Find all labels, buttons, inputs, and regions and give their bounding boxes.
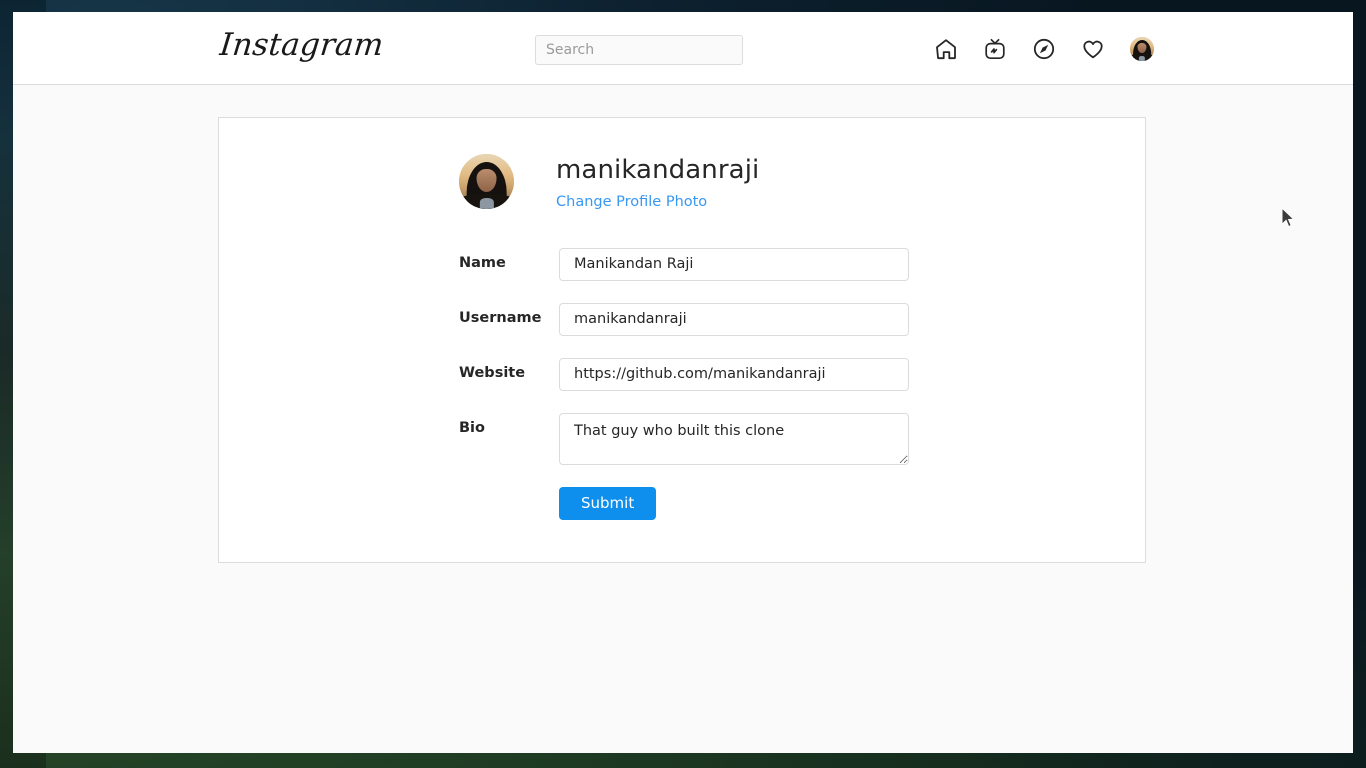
profile-avatar-artwork bbox=[459, 154, 514, 209]
change-profile-photo-link[interactable]: Change Profile Photo bbox=[556, 194, 707, 210]
username-input[interactable] bbox=[559, 303, 909, 336]
profile-header: manikandanraji Change Profile Photo bbox=[459, 154, 759, 210]
profile-photo[interactable] bbox=[459, 154, 514, 209]
nav-icon-group bbox=[934, 12, 1154, 85]
label-username: Username bbox=[459, 310, 542, 326]
bio-textarea[interactable] bbox=[559, 413, 909, 465]
form-row-username: Username bbox=[219, 303, 1145, 336]
label-bio: Bio bbox=[459, 420, 485, 436]
explore-compass-icon[interactable] bbox=[1032, 37, 1056, 61]
name-input[interactable] bbox=[559, 248, 909, 281]
avatar-artwork bbox=[1130, 36, 1154, 61]
label-name: Name bbox=[459, 255, 506, 271]
top-navigation-bar: Instagram bbox=[13, 12, 1353, 85]
submit-row: Submit bbox=[219, 487, 1145, 520]
instagram-logo[interactable]: Instagram bbox=[218, 27, 385, 63]
profile-headings: manikandanraji Change Profile Photo bbox=[556, 154, 759, 210]
home-icon[interactable] bbox=[934, 37, 958, 61]
edit-profile-card: manikandanraji Change Profile Photo Name… bbox=[218, 117, 1146, 563]
page-body: manikandanraji Change Profile Photo Name… bbox=[13, 85, 1353, 752]
website-input[interactable] bbox=[559, 358, 909, 391]
search-input[interactable] bbox=[535, 35, 743, 65]
submit-button[interactable]: Submit bbox=[559, 487, 657, 520]
igtv-icon[interactable] bbox=[983, 37, 1007, 61]
browser-viewport: Instagram Search manikandanraji Change P… bbox=[13, 12, 1353, 753]
form-row-name: Name bbox=[219, 248, 1145, 281]
edit-profile-form: Name Username Website Bio Sub bbox=[219, 248, 1145, 520]
label-website: Website bbox=[459, 365, 526, 381]
form-row-bio: Bio bbox=[219, 413, 1145, 465]
heart-activity-icon[interactable] bbox=[1081, 37, 1105, 61]
nav-profile-avatar[interactable] bbox=[1130, 36, 1154, 61]
form-row-website: Website bbox=[219, 358, 1145, 391]
submit-spacer bbox=[459, 487, 559, 520]
profile-username: manikandanraji bbox=[556, 155, 760, 185]
